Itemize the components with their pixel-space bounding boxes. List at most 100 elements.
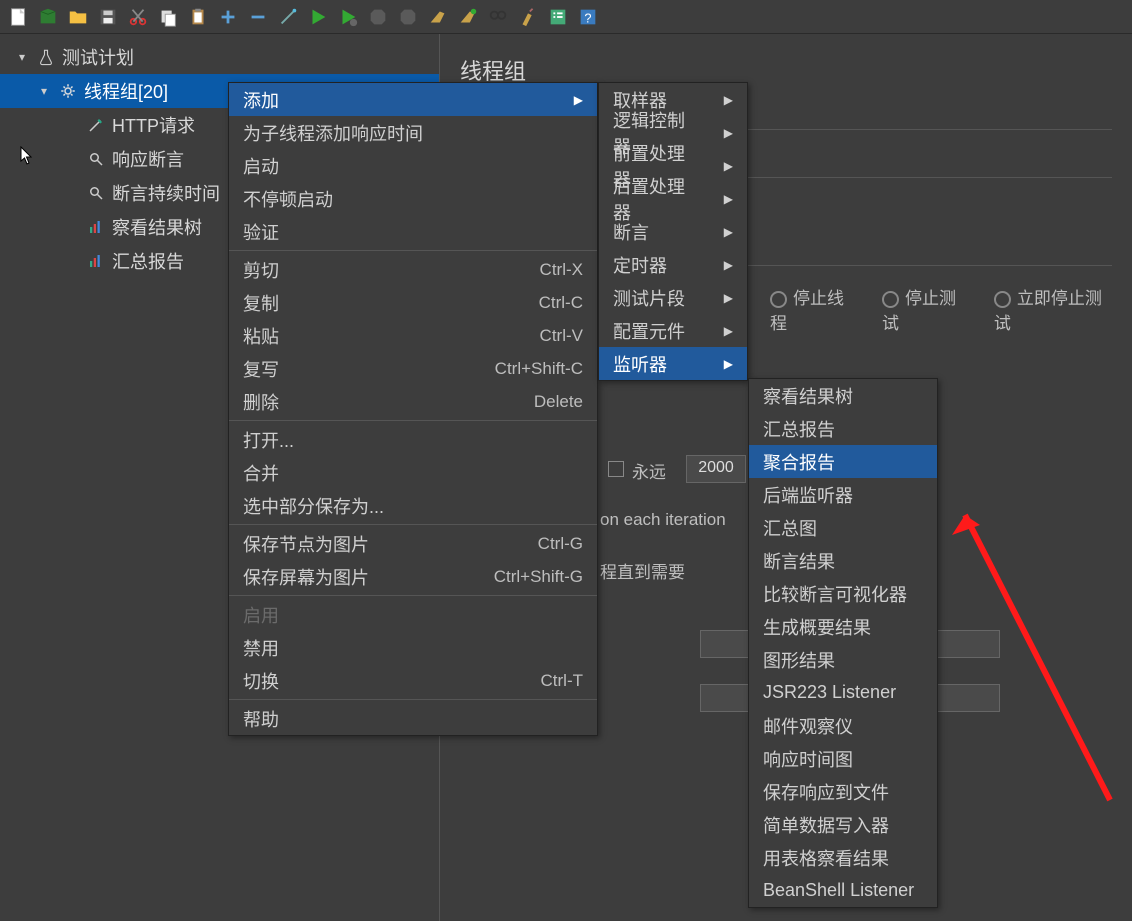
sweep-icon[interactable] <box>514 3 542 31</box>
loop-count-input[interactable]: 2000 <box>686 455 746 483</box>
menu-item-label: 不停顿启动 <box>243 186 333 212</box>
listener-submenu[interactable]: 察看结果树汇总报告聚合报告后端监听器汇总图断言结果比较断言可视化器生成概要结果图… <box>748 378 938 908</box>
menu-item[interactable]: 保存节点为图片 Ctrl-G <box>229 527 597 560</box>
menu-item[interactable]: 保存响应到文件 <box>749 775 937 808</box>
menu-item-label: 汇总图 <box>763 515 817 541</box>
menu-item[interactable]: 配置元件▶ <box>599 314 747 347</box>
menu-item[interactable]: 比较断言可视化器 <box>749 577 937 610</box>
menu-item[interactable]: 复写Ctrl+Shift-C <box>229 352 597 385</box>
menu-item[interactable]: JSR223 Listener <box>749 676 937 709</box>
menu-item-label: 保存屏幕为图片 <box>243 564 369 590</box>
menu-item[interactable]: 不停顿启动 <box>229 182 597 215</box>
menu-item[interactable]: 验证 <box>229 215 597 248</box>
menu-item[interactable]: 复制Ctrl-C <box>229 286 597 319</box>
menu-item[interactable]: 保存屏幕为图片Ctrl+Shift-G <box>229 560 597 593</box>
tree-item-label: HTTP请求 <box>112 112 195 138</box>
search-icon[interactable] <box>484 3 512 31</box>
menu-item[interactable]: 启动 <box>229 149 597 182</box>
menu-item-label: 聚合报告 <box>763 449 835 475</box>
menu-item[interactable]: 图形结果 <box>749 643 937 676</box>
menu-item[interactable]: 帮助 <box>229 702 597 735</box>
menu-item[interactable]: 后端监听器 <box>749 478 937 511</box>
shortcut-label: Ctrl-G <box>538 534 583 554</box>
run-noramp-icon[interactable] <box>334 3 362 31</box>
expand-icon[interactable]: ▾ <box>14 50 30 64</box>
submenu-arrow-icon: ▶ <box>724 291 733 305</box>
expand-icon[interactable]: ▾ <box>36 84 52 98</box>
menu-item[interactable]: 测试片段▶ <box>599 281 747 314</box>
menu-item[interactable]: 汇总图 <box>749 511 937 544</box>
menu-item-label: 添加 <box>243 87 279 113</box>
menu-item-label: 验证 <box>243 219 279 245</box>
each-iteration-label: on each iteration <box>600 510 726 530</box>
tree-root[interactable]: ▾ 测试计划 <box>0 40 439 74</box>
function-helper-icon[interactable] <box>544 3 572 31</box>
clear-icon[interactable] <box>424 3 452 31</box>
menu-item[interactable]: BeanShell Listener <box>749 874 937 907</box>
menu-item-label: 合并 <box>243 460 279 486</box>
menu-item[interactable]: 剪切Ctrl-X <box>229 253 597 286</box>
open-folder-icon[interactable] <box>64 3 92 31</box>
menu-item[interactable]: 汇总报告 <box>749 412 937 445</box>
radio-stop-now[interactable]: 立即停止测试 <box>994 284 1112 334</box>
context-menu[interactable]: 添加▶为子线程添加响应时间启动不停顿启动验证剪切Ctrl-X复制Ctrl-C粘贴… <box>228 82 598 736</box>
menu-item[interactable]: 用表格察看结果 <box>749 841 937 874</box>
menu-item-label: 切换 <box>243 668 279 694</box>
menu-item[interactable]: 禁用 <box>229 631 597 664</box>
menu-item[interactable]: 选中部分保存为... <box>229 489 597 522</box>
wand-icon[interactable] <box>274 3 302 31</box>
forever-checkbox[interactable] <box>608 461 624 477</box>
menu-item[interactable]: 监听器▶ <box>599 347 747 380</box>
run-icon[interactable] <box>304 3 332 31</box>
submenu-arrow-icon: ▶ <box>724 324 733 338</box>
menu-item-label: 禁用 <box>243 635 279 661</box>
tree-item-label: 汇总报告 <box>112 248 184 274</box>
menu-item-label: 定时器 <box>613 252 667 278</box>
menu-item-label: 响应时间图 <box>763 746 853 772</box>
menu-item-label: BeanShell Listener <box>763 880 914 901</box>
paste-icon[interactable] <box>184 3 212 31</box>
menu-item-label: 察看结果树 <box>763 383 853 409</box>
menu-item[interactable]: 为子线程添加响应时间 <box>229 116 597 149</box>
minus-icon[interactable] <box>244 3 272 31</box>
menu-item[interactable]: 察看结果树 <box>749 379 937 412</box>
menu-item[interactable]: 断言结果 <box>749 544 937 577</box>
submenu-arrow-icon: ▶ <box>724 225 733 239</box>
menu-item[interactable]: 合并 <box>229 456 597 489</box>
shortcut-label: Ctrl-X <box>540 260 583 280</box>
menu-item[interactable]: 粘贴Ctrl-V <box>229 319 597 352</box>
menu-item[interactable]: 添加▶ <box>229 83 597 116</box>
stop-icon[interactable] <box>364 3 392 31</box>
plus-icon[interactable] <box>214 3 242 31</box>
toolbar: ? <box>0 0 1132 34</box>
shortcut-label: Ctrl-V <box>540 326 583 346</box>
menu-item-label: 打开... <box>243 427 294 453</box>
menu-item[interactable]: 简单数据写入器 <box>749 808 937 841</box>
help-icon[interactable]: ? <box>574 3 602 31</box>
menu-item[interactable]: 生成概要结果 <box>749 610 937 643</box>
tree-item-label: 断言持续时间 <box>112 180 220 206</box>
shutdown-icon[interactable] <box>394 3 422 31</box>
menu-item[interactable]: 邮件观察仪 <box>749 709 937 742</box>
new-file-icon[interactable] <box>4 3 32 31</box>
menu-item[interactable]: 删除Delete <box>229 385 597 418</box>
template-icon[interactable] <box>34 3 62 31</box>
menu-item[interactable]: 后置处理器▶ <box>599 182 747 215</box>
submenu-arrow-icon: ▶ <box>724 192 733 206</box>
copy-icon[interactable] <box>154 3 182 31</box>
menu-item-label: 保存节点为图片 <box>243 531 369 557</box>
menu-item[interactable]: 切换Ctrl-T <box>229 664 597 697</box>
menu-item-label: 汇总报告 <box>763 416 835 442</box>
radio-stop-thread[interactable]: 停止线程 <box>770 284 856 334</box>
menu-item[interactable]: 响应时间图 <box>749 742 937 775</box>
radio-stop-test[interactable]: 停止测试 <box>882 284 968 334</box>
add-submenu[interactable]: 取样器▶逻辑控制器▶前置处理器▶后置处理器▶断言▶定时器▶测试片段▶配置元件▶监… <box>598 82 748 381</box>
clear-all-icon[interactable] <box>454 3 482 31</box>
menu-item[interactable]: 打开... <box>229 423 597 456</box>
cut-icon[interactable] <box>124 3 152 31</box>
node-icon <box>86 251 106 271</box>
save-icon[interactable] <box>94 3 122 31</box>
menu-item[interactable]: 聚合报告 <box>749 445 937 478</box>
menu-item[interactable]: 定时器▶ <box>599 248 747 281</box>
flask-icon <box>36 47 56 67</box>
